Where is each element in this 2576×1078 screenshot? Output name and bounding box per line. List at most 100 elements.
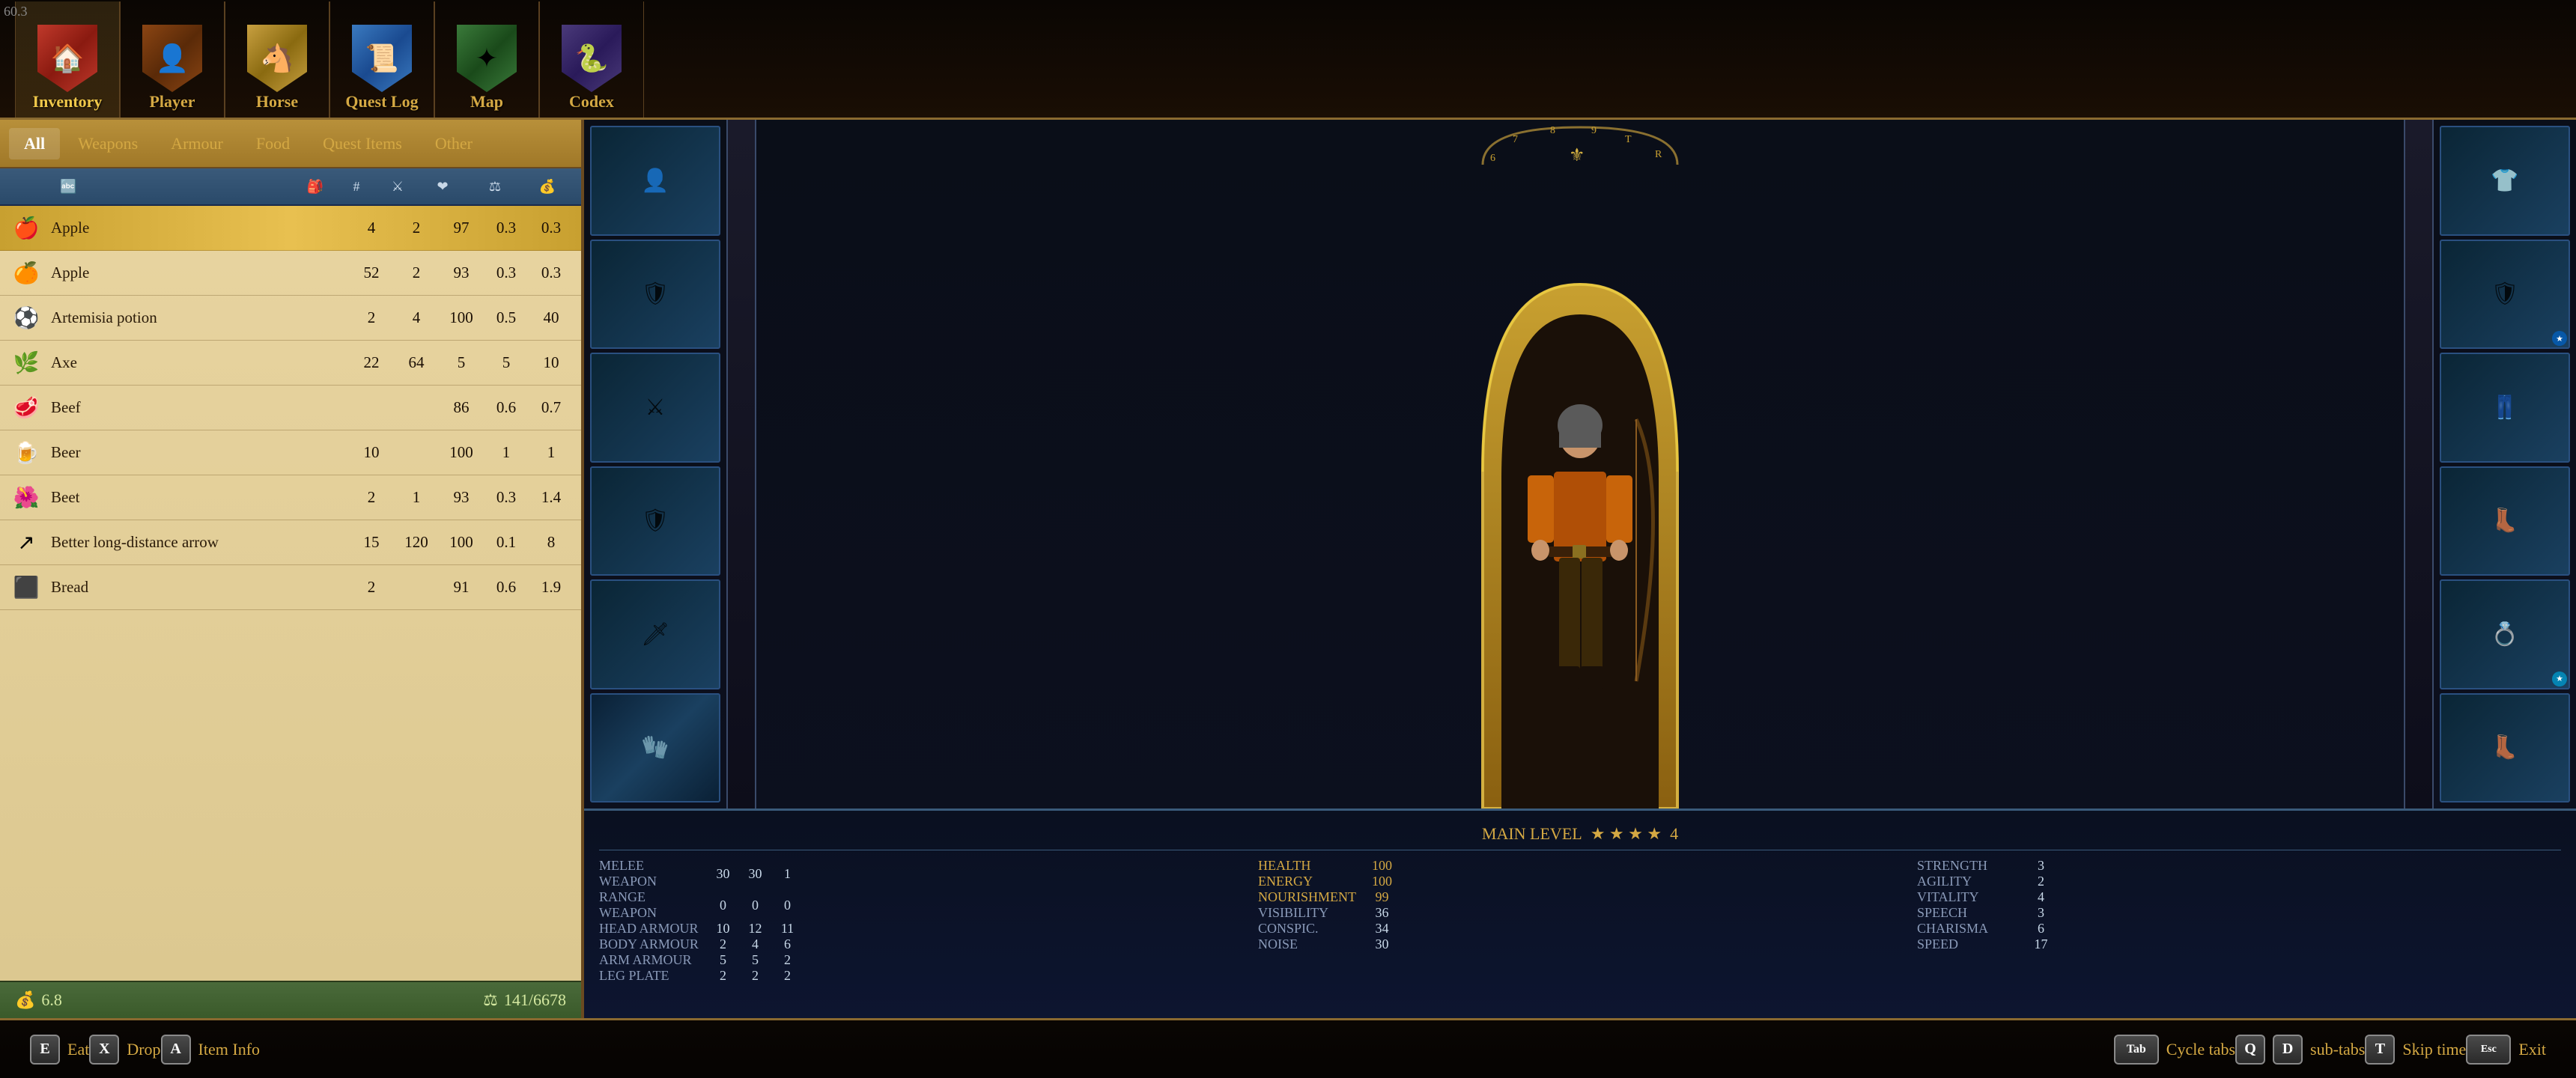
svg-text:6: 6 xyxy=(1490,153,1495,164)
stat-health: HEALTH 100 xyxy=(1258,858,1902,874)
item-weight-bread: 0.6 xyxy=(484,578,529,597)
vital-stats-col: HEALTH 100 ENERGY 100 NOURISHMENT 99 VIS… xyxy=(1258,858,1902,984)
item-slots-beet: 1 xyxy=(394,488,439,507)
version-text: 60.3 xyxy=(4,4,28,19)
slot-shield[interactable]: 🛡 xyxy=(590,240,720,350)
combat-stats-col: MELEE WEAPON 30 30 1 RANGE WEAPON 0 0 0 … xyxy=(599,858,1243,984)
item-cond-bread: 91 xyxy=(439,578,484,597)
nav-tab-quest[interactable]: 📜 Quest Log xyxy=(329,1,434,118)
slot-boots2[interactable]: 👢 xyxy=(2440,693,2570,803)
filter-tab-armour[interactable]: Armour xyxy=(156,128,238,159)
empty-slot-icon1: 🧤 xyxy=(641,734,669,761)
nav-tab-label-player: Player xyxy=(149,92,195,112)
item-price-beet: 1.4 xyxy=(529,488,574,507)
stat-melee: MELEE WEAPON 30 30 1 xyxy=(599,858,1243,889)
item-row[interactable]: ⬛ Bread 2 91 0.6 1.9 xyxy=(0,565,581,610)
slot-chest[interactable]: 👕 xyxy=(2440,126,2570,236)
action-drop-group: X Drop xyxy=(89,1035,160,1065)
item-row[interactable]: 🍺 Beer 10 100 1 1 xyxy=(0,430,581,475)
slot-boots[interactable]: 👢 xyxy=(2440,466,2570,576)
item-icon-beer: 🍺 xyxy=(7,434,45,472)
item-cond-beer: 100 xyxy=(439,443,484,462)
shield-slot-icon: 🛡 xyxy=(641,281,669,307)
slot-offhand[interactable]: 🛡 xyxy=(590,466,720,576)
attr-charisma-label: CHARISMA xyxy=(1917,921,2022,937)
main-content: All Weapons Armour Food Quest Items Othe… xyxy=(0,120,2576,1018)
stat-melee-v2: 30 xyxy=(742,866,768,882)
slot-body-armor[interactable]: 🛡 ★ xyxy=(2440,240,2570,350)
item-qty-beer: 10 xyxy=(349,443,394,462)
svg-text:8: 8 xyxy=(1550,125,1555,136)
nav-tab-map[interactable]: ✦ Map xyxy=(434,1,539,118)
slot-ring[interactable]: 💍 ★ xyxy=(2440,579,2570,689)
action-eat-group: E Eat xyxy=(30,1035,89,1065)
item-row[interactable]: ↗ Better long-distance arrow 15 120 100 … xyxy=(0,520,581,565)
key-q: Q xyxy=(2235,1035,2265,1065)
gold-stat: 💰 6.8 xyxy=(15,990,62,1010)
filter-tab-food[interactable]: Food xyxy=(241,128,305,159)
nav-tab-horse[interactable]: 🐴 Horse xyxy=(225,1,329,118)
action-skiptime-label: Skip time xyxy=(2402,1040,2466,1059)
shield-map: ✦ xyxy=(457,25,517,92)
stat-arm-label: ARM ARMOUR xyxy=(599,952,704,968)
item-cond-beet: 93 xyxy=(439,488,484,507)
stat-range-label: RANGE WEAPON xyxy=(599,889,704,921)
stat-melee-v3: 1 xyxy=(774,866,801,882)
stat-body-label: BODY ARMOUR xyxy=(599,937,704,952)
item-name-beer: Beer xyxy=(51,443,349,462)
col-price-header: 💰 xyxy=(521,179,574,195)
ring-slot-icon: 💍 xyxy=(2491,621,2518,648)
slot-pants[interactable]: 👖 xyxy=(2440,353,2570,463)
item-row[interactable]: ⚽ Artemisia potion 2 4 100 0.5 40 xyxy=(0,296,581,341)
item-slots-artemisia: 4 xyxy=(394,308,439,327)
nav-tab-label-horse: Horse xyxy=(256,92,298,112)
item-row[interactable]: 🌺 Beet 2 1 93 0.3 1.4 xyxy=(0,475,581,520)
stat-energy: ENERGY 100 xyxy=(1258,874,1902,889)
filter-tab-all[interactable]: All xyxy=(9,128,60,159)
nav-tab-label-quest: Quest Log xyxy=(345,92,418,112)
stat-body: BODY ARMOUR 2 4 6 xyxy=(599,937,1243,952)
slot-head[interactable]: 👤 xyxy=(590,126,720,236)
item-qty-artemisia: 2 xyxy=(349,308,394,327)
stat-body-v3: 6 xyxy=(774,937,801,952)
filter-tab-other[interactable]: Other xyxy=(420,128,487,159)
col-qty-header[interactable]: # xyxy=(334,179,379,195)
stat-head: HEAD ARMOUR 10 12 11 xyxy=(599,921,1243,937)
slot-empty1[interactable]: 🧤 xyxy=(590,693,720,803)
key-esc: Esc xyxy=(2466,1035,2511,1065)
item-row[interactable]: 🌿 Axe 22 64 5 5 10 xyxy=(0,341,581,386)
shield-horse: 🐴 xyxy=(247,25,307,92)
item-name-apple2: Apple xyxy=(51,264,349,282)
slot-sword[interactable]: ⚔ xyxy=(590,353,720,463)
item-row[interactable]: 🍊 Apple 52 2 93 0.3 0.3 xyxy=(0,251,581,296)
attr-agility-val: 2 xyxy=(2028,874,2054,889)
attributes-col: STRENGTH 3 AGILITY 2 VITALITY 4 SPEECH 3 xyxy=(1917,858,2561,984)
key-tab: Tab xyxy=(2114,1035,2159,1065)
weight-value: 141/6678 xyxy=(504,990,566,1010)
item-list: 🍎 Apple 4 2 97 0.3 0.3 🍊 Apple 52 2 93 0… xyxy=(0,206,581,981)
stat-health-val: 100 xyxy=(1369,858,1395,874)
col-weight-header: ⚖ xyxy=(469,179,521,195)
item-row[interactable]: 🍎 Apple 4 2 97 0.3 0.3 xyxy=(0,206,581,251)
item-slots-apple1: 2 xyxy=(394,219,439,237)
stat-vis-label: VISIBILITY xyxy=(1258,905,1363,921)
col-type-header: ⚔ xyxy=(379,179,416,195)
slot-dagger[interactable]: 🗡 xyxy=(590,579,720,689)
item-weight-apple1: 0.3 xyxy=(484,219,529,237)
item-row[interactable]: 🥩 Beef 86 0.6 0.7 xyxy=(0,386,581,430)
char-view-area: 👤 🛡 ⚔ 🛡 🗡 🧤 xyxy=(584,120,2576,808)
nav-tab-inventory[interactable]: 🏠 Inventory xyxy=(15,1,120,118)
col-icon-header: 🎒 xyxy=(297,179,334,195)
col-sort[interactable]: 🔤 xyxy=(7,179,297,195)
gold-value: 6.8 xyxy=(41,990,62,1010)
nav-tab-codex[interactable]: 🐍 Codex xyxy=(539,1,644,118)
key-a: A xyxy=(161,1035,191,1065)
filter-tab-weapons[interactable]: Weapons xyxy=(63,128,153,159)
filter-tab-quest[interactable]: Quest Items xyxy=(308,128,417,159)
stat-head-v3: 11 xyxy=(774,921,801,937)
svg-text:R: R xyxy=(1655,149,1662,160)
item-icon-apple2: 🍊 xyxy=(7,255,45,292)
nav-tab-player[interactable]: 👤 Player xyxy=(120,1,225,118)
item-slots-apple2: 2 xyxy=(394,264,439,282)
main-level-label: MAIN LEVEL xyxy=(1482,824,1582,844)
